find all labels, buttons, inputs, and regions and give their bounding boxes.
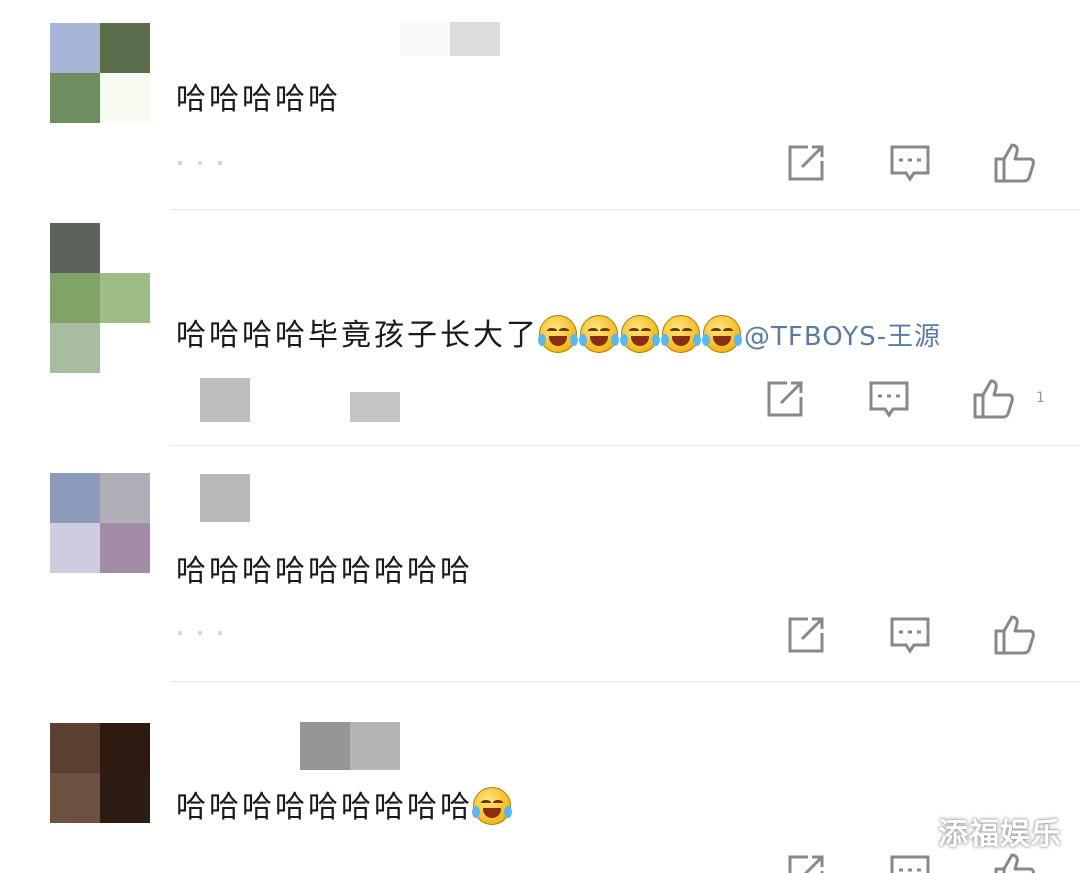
cry-laugh-emoji <box>538 315 578 353</box>
avatar-pixel <box>100 773 150 823</box>
avatar-pixel <box>100 473 150 523</box>
avatar-pixel <box>100 523 150 573</box>
comment-text-body: 哈哈哈哈毕竟孩子长大了 <box>176 318 539 353</box>
share-external-icon <box>788 617 824 653</box>
username[interactable] <box>200 722 400 770</box>
share-external-icon <box>767 381 803 417</box>
comment-meta <box>178 620 268 635</box>
avatar-pixel <box>50 723 100 773</box>
share-button[interactable] <box>754 848 858 873</box>
like-count: 1 <box>1036 390 1045 406</box>
thumbs-up-icon <box>994 853 1035 873</box>
thumbs-up-icon <box>973 379 1014 419</box>
avatar[interactable] <box>50 723 150 823</box>
like-button[interactable] <box>941 374 1045 424</box>
username[interactable] <box>150 474 250 522</box>
share-button[interactable] <box>754 610 858 660</box>
share-external-icon <box>788 855 824 873</box>
laugh-tears-emoji <box>620 315 660 353</box>
comment-text: 哈哈哈哈哈哈哈哈哈 <box>176 782 514 826</box>
comment-text-body: 哈哈哈哈哈哈哈哈哈 <box>176 790 473 825</box>
comment-icon <box>869 381 909 418</box>
thumbs-up-icon <box>994 615 1035 655</box>
avatar-pixel <box>100 323 150 373</box>
reply-button[interactable] <box>837 374 941 424</box>
laugh-tears-emoji <box>661 315 701 353</box>
avatar-pixel <box>100 723 150 773</box>
like-button[interactable] <box>962 610 1066 660</box>
username[interactable] <box>200 378 400 422</box>
share-external-icon <box>788 145 824 181</box>
avatar-pixel <box>100 223 150 273</box>
comment-item: 哈哈哈哈毕竟孩子长大了 @TFBOYS-王源 1 <box>0 210 1080 446</box>
avatar-pixel <box>50 73 100 123</box>
avatar-pixel <box>50 473 100 523</box>
comment-text: 哈哈哈哈哈哈哈哈哈 <box>176 554 473 589</box>
avatar-pixel <box>50 273 100 323</box>
comment-item: 哈哈哈哈哈 <box>0 0 1080 210</box>
watermark: 添福娱乐 <box>938 817 1062 852</box>
comment-item: 哈哈哈哈哈哈哈哈哈 <box>0 446 1080 682</box>
username[interactable] <box>300 22 500 56</box>
comment-text: 哈哈哈哈哈 <box>176 82 341 117</box>
comment-actions <box>733 374 1045 424</box>
avatar-pixel <box>50 323 100 373</box>
comment-actions <box>754 610 1066 660</box>
avatar-pixel <box>50 523 100 573</box>
share-button[interactable] <box>754 138 858 188</box>
avatar-pixel <box>50 223 100 273</box>
laugh-tears-emoji <box>702 315 742 353</box>
avatar-pixel <box>100 73 150 123</box>
comment-meta <box>178 150 268 165</box>
comment-text: 哈哈哈哈毕竟孩子长大了 @TFBOYS-王源 <box>176 310 941 354</box>
avatar[interactable] <box>50 473 150 573</box>
avatar-pixel <box>100 273 150 323</box>
share-button[interactable] <box>733 374 837 424</box>
like-button[interactable] <box>962 138 1066 188</box>
reply-button[interactable] <box>858 138 962 188</box>
comment-item: 哈哈哈哈哈哈哈哈哈 <box>0 682 1080 873</box>
comment-icon <box>890 145 930 182</box>
comment-icon <box>890 617 930 654</box>
cry-laugh-emoji <box>579 315 619 353</box>
comment-icon <box>890 855 930 873</box>
avatar-pixel <box>50 773 100 823</box>
avatar-pixel <box>100 23 150 73</box>
cry-laugh-emoji <box>472 787 512 825</box>
thumbs-up-icon <box>994 143 1035 183</box>
avatar[interactable] <box>50 23 150 123</box>
reply-button[interactable] <box>858 610 962 660</box>
comment-actions <box>754 138 1066 188</box>
avatar[interactable] <box>50 223 150 373</box>
mention-link[interactable]: @TFBOYS-王源 <box>744 322 941 352</box>
avatar-pixel <box>50 23 100 73</box>
